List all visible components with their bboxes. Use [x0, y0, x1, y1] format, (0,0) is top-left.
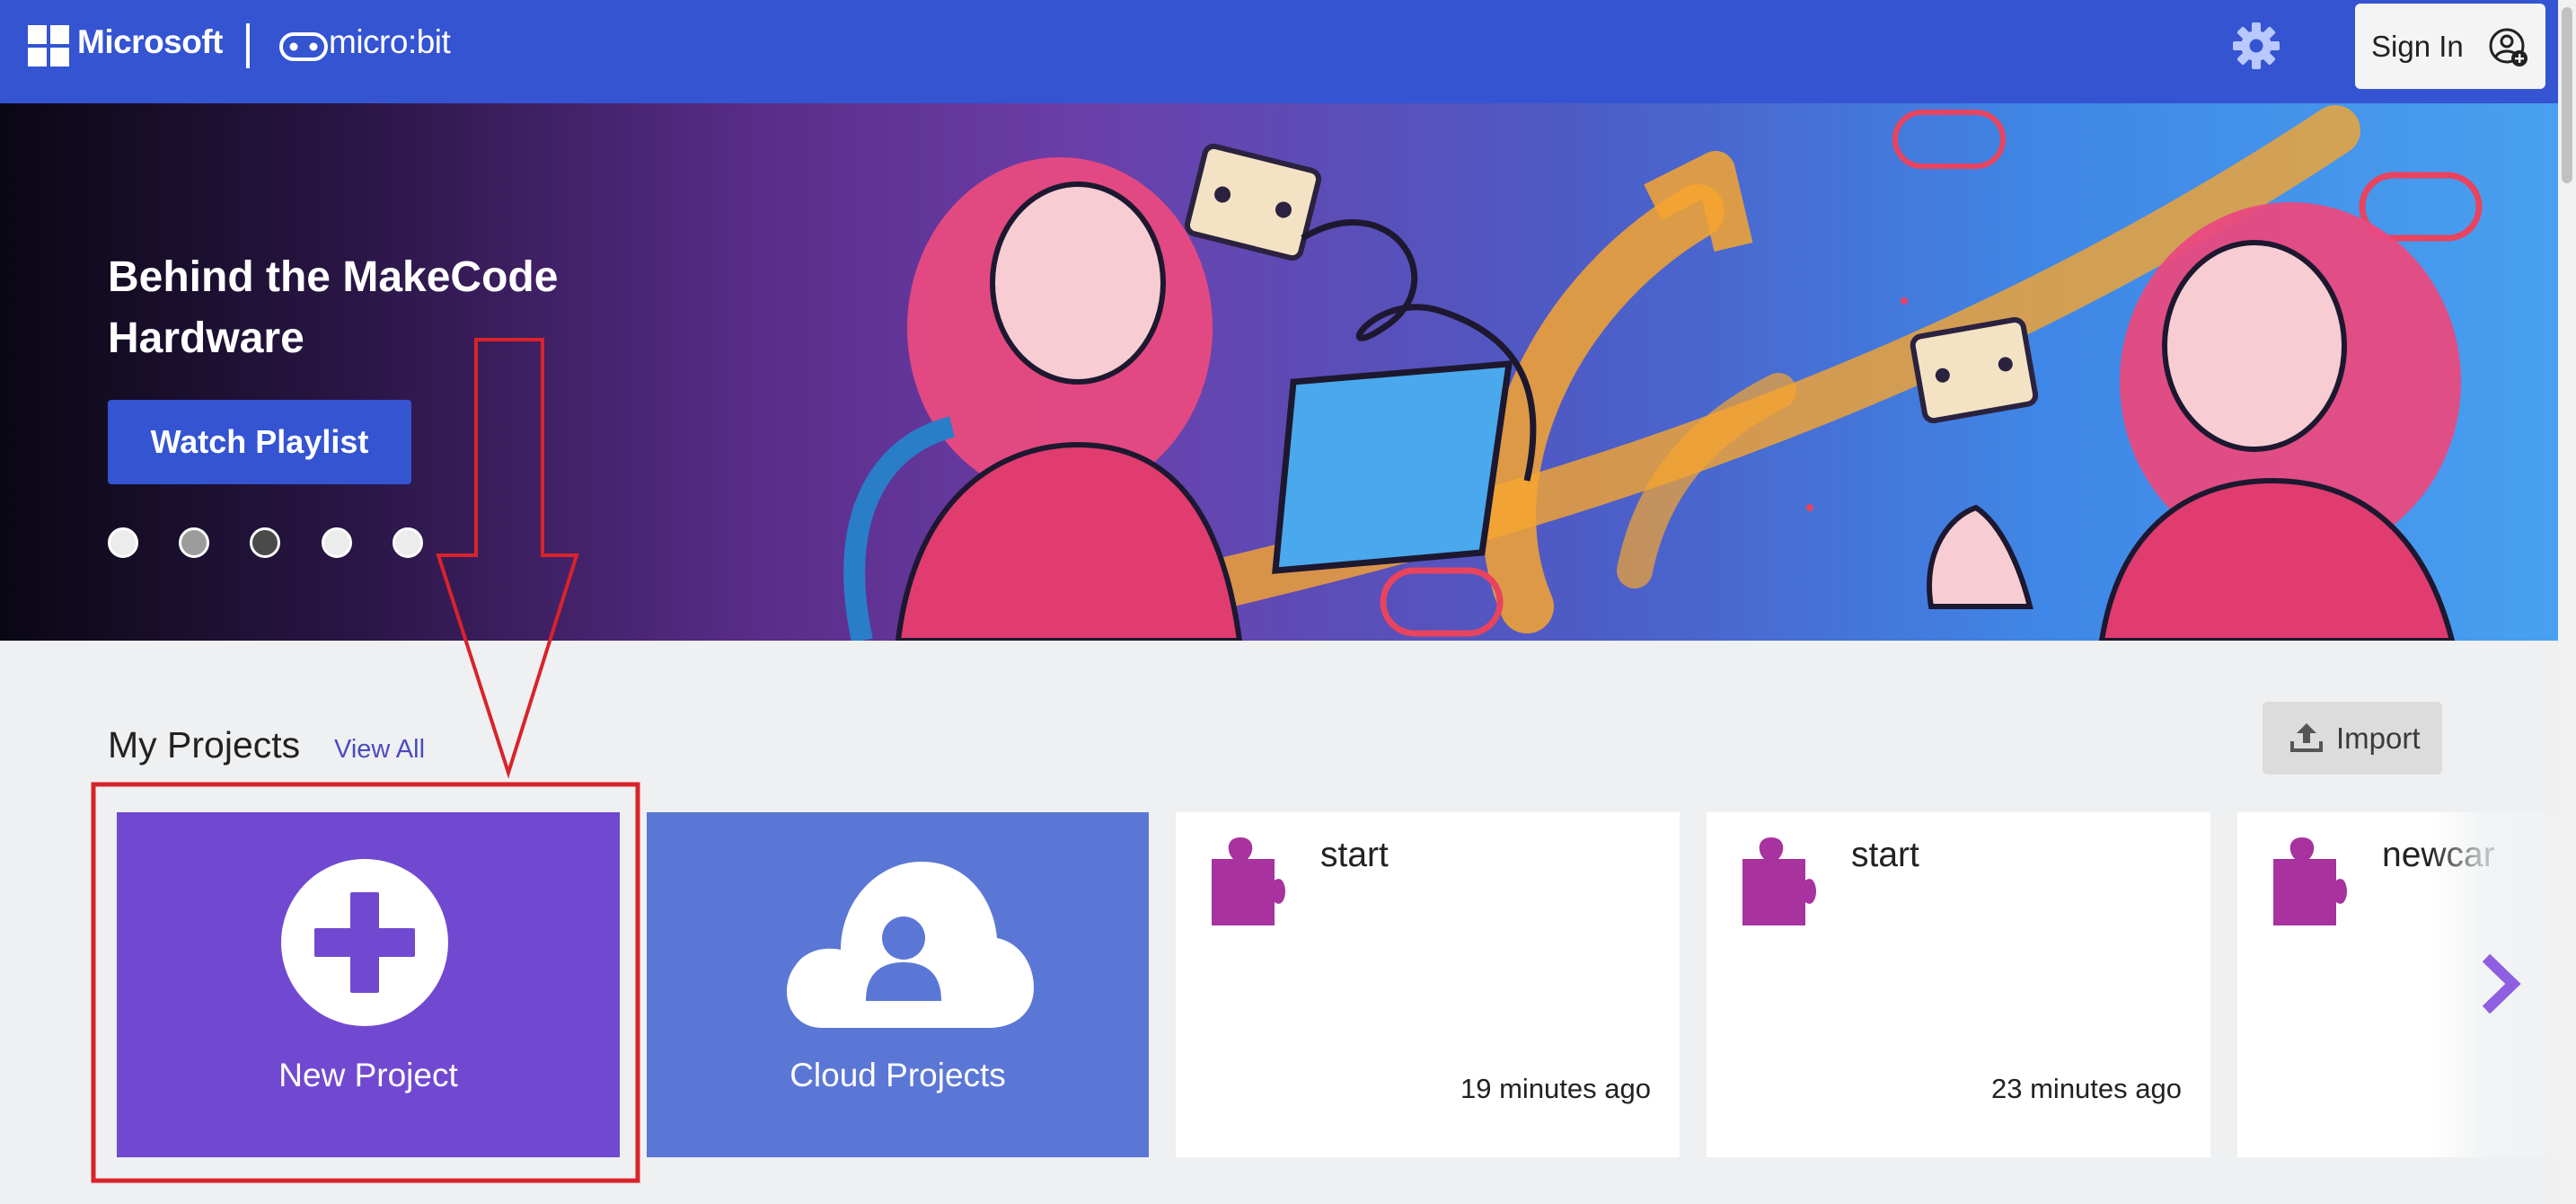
sign-in-button[interactable]: Sign In [2355, 4, 2545, 89]
microbit-logo-icon [279, 32, 328, 61]
sign-in-label: Sign In [2371, 29, 2464, 63]
puzzle-piece-icon [1212, 837, 1285, 925]
project-name: start [1851, 836, 1919, 874]
hero-illustration [843, 105, 2483, 641]
cloud-projects-label: Cloud Projects [790, 1057, 1006, 1093]
new-project-label: New Project [278, 1057, 458, 1093]
hero-title: Behind the MakeCode Hardware [108, 253, 559, 362]
carousel-dot-1[interactable] [108, 527, 138, 558]
puzzle-piece-icon [1742, 837, 1816, 925]
microsoft-brand-text: Microsoft [77, 23, 224, 60]
project-card[interactable]: start 23 minutes ago [1707, 812, 2210, 1157]
hero-banner: Behind the MakeCode Hardware Watch Playl… [0, 103, 2558, 641]
import-label: Import [2336, 722, 2421, 755]
chevron-right-icon[interactable] [2479, 952, 2522, 1015]
project-modified-time: 19 minutes ago [1460, 1073, 1651, 1104]
project-name: start [1320, 836, 1389, 874]
carousel-dot-5[interactable] [393, 527, 423, 558]
user-plus-icon [2489, 28, 2527, 66]
puzzle-piece-icon [2273, 837, 2347, 925]
upload-icon [2290, 723, 2323, 752]
view-all-link[interactable]: View All [334, 735, 425, 765]
header-divider [246, 23, 250, 68]
top-bar: Microsoft micro:bit Sign In [0, 0, 2558, 103]
cloud-projects-card[interactable]: Cloud Projects [647, 812, 1149, 1157]
microsoft-logo-icon [28, 25, 69, 66]
microbit-brand-text[interactable]: micro:bit [329, 23, 451, 61]
carousel-dot-3[interactable] [250, 527, 280, 558]
new-project-card[interactable]: New Project [117, 812, 620, 1157]
scrollbar-thumb[interactable] [2562, 7, 2572, 183]
plus-icon [281, 859, 448, 1026]
gear-icon[interactable] [2232, 22, 2280, 70]
import-button[interactable]: Import [2263, 702, 2442, 775]
project-modified-time: 23 minutes ago [1991, 1073, 2182, 1104]
page-scrollbar[interactable] [2558, 0, 2576, 1204]
carousel-dot-2[interactable] [179, 527, 209, 558]
cloud-user-icon [787, 862, 1034, 1028]
project-card[interactable]: start 19 minutes ago [1176, 812, 1680, 1157]
watch-playlist-button[interactable]: Watch Playlist [108, 400, 411, 484]
my-projects-title: My Projects [108, 724, 301, 766]
carousel-dot-4[interactable] [322, 527, 352, 558]
